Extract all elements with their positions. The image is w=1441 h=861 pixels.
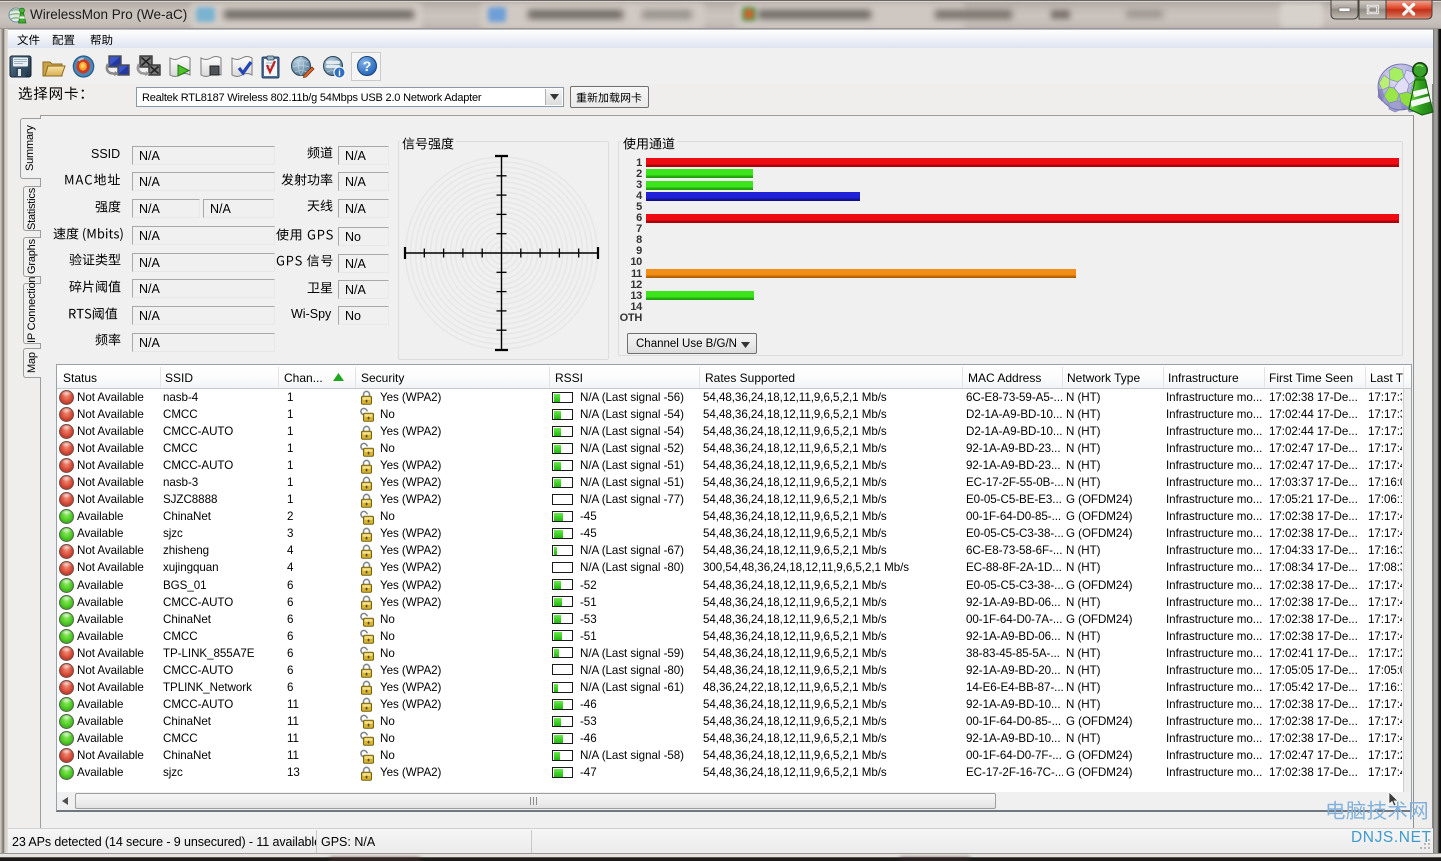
svg-text:?: ? [363, 58, 372, 74]
svg-text:i: i [338, 68, 341, 78]
